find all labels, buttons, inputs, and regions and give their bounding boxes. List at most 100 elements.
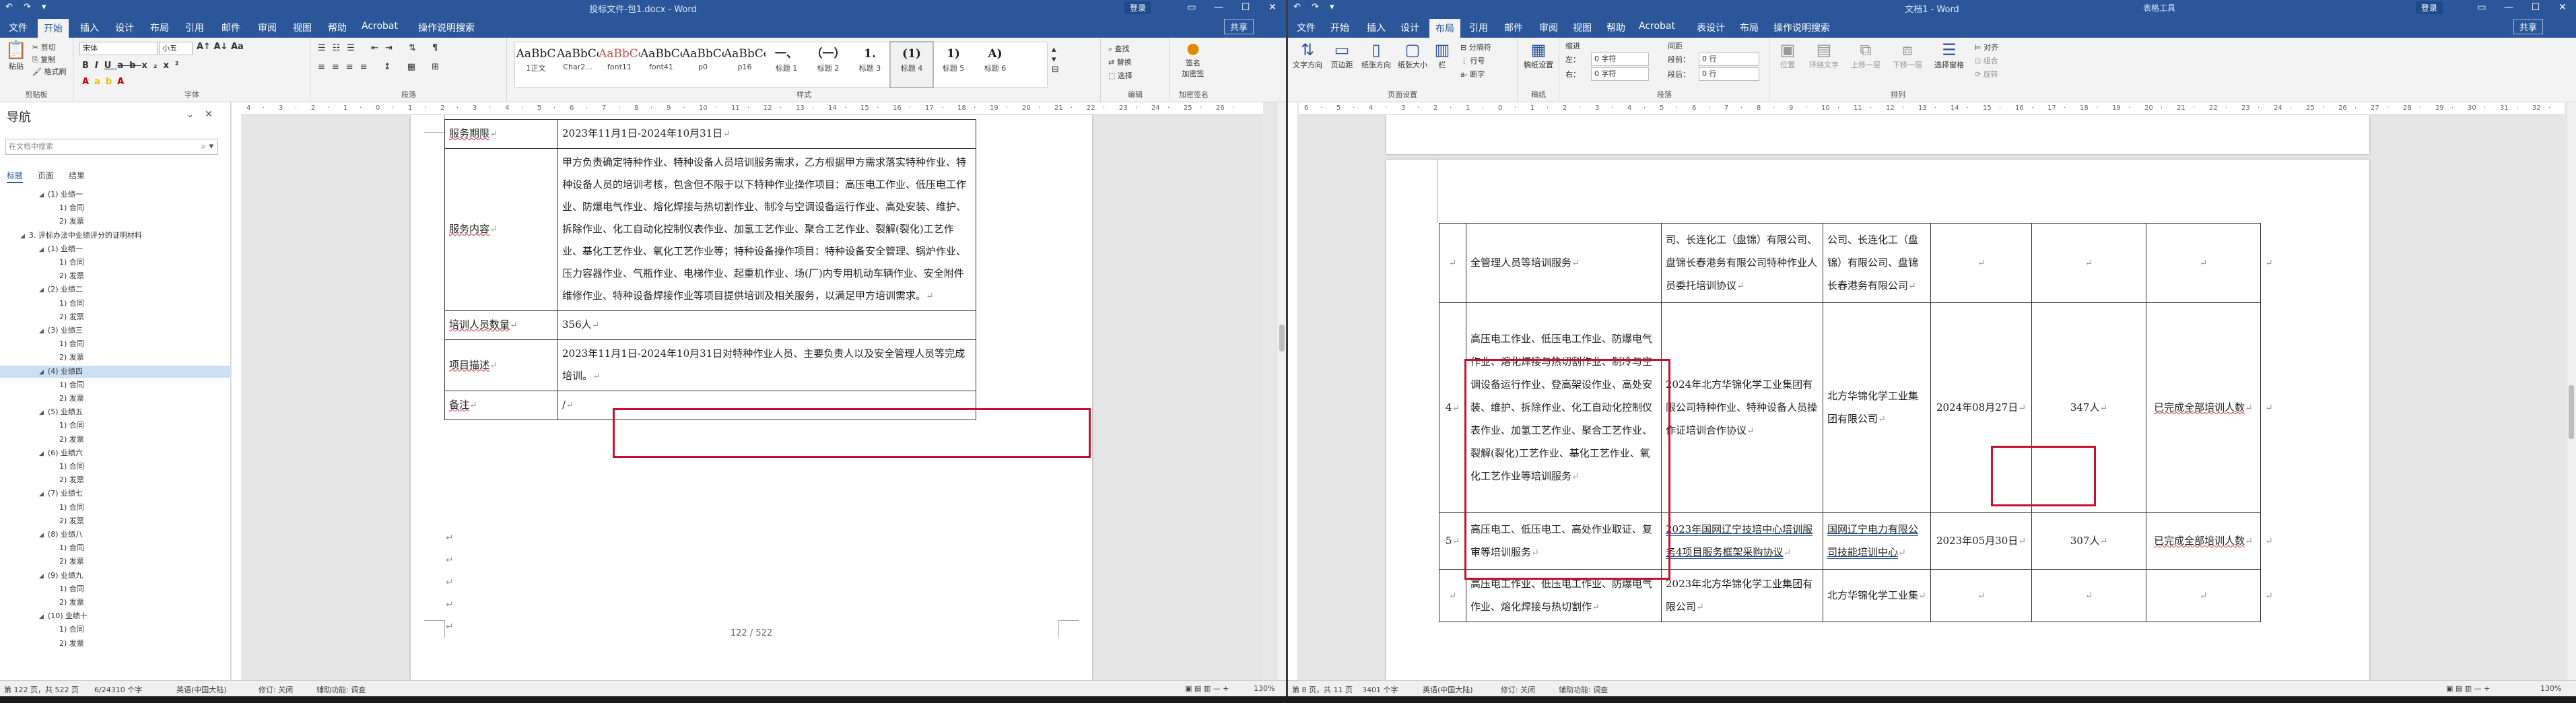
nav-heading-item[interactable]: 1) 合同 xyxy=(0,542,261,554)
sign-button[interactable]: ● 签名 加密签 xyxy=(1174,40,1212,79)
scroll-thumb[interactable] xyxy=(2569,385,2574,439)
row-label-cell[interactable]: 项目描述↵ xyxy=(444,339,558,391)
orientation-button[interactable]: ▯ 纸张方向 xyxy=(1359,40,1393,70)
style-3[interactable]: AaBbCcDcfont41 xyxy=(640,42,682,87)
styles-more-icon[interactable]: ▴ ▾ ⊟ xyxy=(1052,44,1059,75)
nav-heading-item[interactable]: 2) 发票 xyxy=(0,352,261,364)
line-numbers-button[interactable]: ⋮ 行号 xyxy=(1460,55,1485,66)
style-9[interactable]: (1) 标题 4 xyxy=(889,41,934,88)
nav-heading-item[interactable]: 1) 合同 xyxy=(0,461,261,473)
nav-heading-item[interactable]: 1) 合同 xyxy=(0,624,261,636)
nav-tab-0[interactable]: 标题 xyxy=(7,171,24,183)
expand-triangle-icon[interactable]: ◢ xyxy=(39,192,44,199)
ribbon-display-icon[interactable]: ▭ xyxy=(1178,0,1205,15)
underline-icon[interactable]: U xyxy=(104,61,118,71)
status-track-changes[interactable]: 修订: 关闭 xyxy=(1501,684,1535,695)
status-zoom[interactable]: 130% xyxy=(1254,684,1275,693)
selection-pane-button[interactable]: ☰ 选择窗格 xyxy=(1930,40,1968,70)
sign-in-button[interactable]: 登录 xyxy=(2416,1,2443,14)
tab-8[interactable]: 视图 xyxy=(288,20,316,36)
nav-tab-2[interactable]: 结果 xyxy=(69,171,85,180)
document-canvas[interactable]: 服务期限↵ 2023年11月1日-2024年10月31日↵ 服务内容↵ 甲方负责确定特… xyxy=(241,115,1263,680)
tab-4[interactable]: 布局 xyxy=(145,20,174,36)
find-button[interactable]: ⌕ 查找 xyxy=(1108,43,1130,54)
format-painter-button[interactable]: 🖌 格式刷 xyxy=(32,66,66,77)
tab-5[interactable]: 引用 xyxy=(1464,20,1493,36)
replace-button[interactable]: ⇄ 替换 xyxy=(1108,57,1132,67)
style-2[interactable]: AaBbCcDdfont11 xyxy=(599,42,640,87)
nav-heading-item[interactable]: 1) 合同 xyxy=(0,379,261,391)
tab-7[interactable]: 审阅 xyxy=(253,20,281,36)
tab-13[interactable]: 操作说明搜索 xyxy=(1769,20,1835,36)
nav-heading-item[interactable]: ◢ (3) 业绩三 xyxy=(0,325,241,337)
cell-c6[interactable]: ↵ xyxy=(2146,569,2261,622)
close-icon[interactable]: ✕ xyxy=(1259,0,1286,15)
style-6[interactable]: 一、 标题 1 xyxy=(766,42,807,87)
tab-0[interactable]: 文件 xyxy=(1292,20,1320,36)
indent-right-input[interactable]: 0 字符 xyxy=(1591,67,1649,81)
text-direction-button[interactable]: ⇅ 文字方向 xyxy=(1291,40,1324,70)
tab-2[interactable]: 插入 xyxy=(1362,20,1390,36)
cell-c4[interactable]: 2023年05月30日↵ xyxy=(1930,512,2032,570)
tab-10[interactable]: Acrobat xyxy=(357,20,403,33)
status-page[interactable]: 第 122 页，共 522 页 xyxy=(4,684,79,695)
expand-triangle-icon[interactable]: ◢ xyxy=(20,233,25,240)
style-4[interactable]: AaBbCcDcp0 xyxy=(682,42,724,87)
tab-1[interactable]: 开始 xyxy=(1326,20,1354,36)
grow-font-icon[interactable]: A↑ A↓ Aa xyxy=(197,42,244,52)
cell-c1[interactable]: 全管理人员等培训服务↵ xyxy=(1466,223,1662,303)
group-button[interactable]: ⊡ 组合 xyxy=(1975,55,1998,66)
tab-10[interactable]: Acrobat xyxy=(1634,20,1680,33)
expand-triangle-icon[interactable]: ◢ xyxy=(39,491,44,498)
wrap-text-button[interactable]: ▤ 环绕文字 xyxy=(1805,40,1843,70)
tab-12[interactable]: 布局 xyxy=(1735,20,1763,36)
view-mode-buttons[interactable]: ▣ ▤ ▥ — + xyxy=(1185,684,1229,693)
manuscript-button[interactable]: ▦ 稿纸设置 xyxy=(1522,40,1555,70)
space-after-input[interactable]: 0 行 xyxy=(1699,67,1759,81)
nav-heading-item[interactable]: ◢ 3. 评标办法中业绩评分的证明材料 xyxy=(0,230,222,242)
align-button[interactable]: ⊨ 对齐 xyxy=(1975,42,1998,53)
cell-c5[interactable]: ↵ xyxy=(2031,223,2146,303)
columns-button[interactable]: ▥ 栏 xyxy=(1432,40,1452,70)
italic-icon[interactable]: I xyxy=(95,61,104,71)
select-button[interactable]: ⬚ 选择 xyxy=(1108,70,1132,81)
cut-button[interactable]: ✂ 剪切 xyxy=(32,42,56,53)
status-track-changes[interactable]: 修订: 关闭 xyxy=(259,684,293,695)
cell-c4[interactable]: ↵ xyxy=(1930,569,2032,622)
tab-5[interactable]: 引用 xyxy=(180,20,209,36)
vertical-scrollbar[interactable] xyxy=(2566,102,2576,680)
expand-triangle-icon[interactable]: ◢ xyxy=(39,532,44,539)
nav-search-input[interactable]: 在文档中搜索 ⌕ ▾ xyxy=(5,139,218,155)
nav-tab-1[interactable]: 页面 xyxy=(38,171,54,180)
nav-heading-item[interactable]: ◢ (2) 业绩二 xyxy=(0,283,241,296)
font-name-combo[interactable]: 宋体 xyxy=(79,42,158,55)
font-size-combo[interactable]: 小五 xyxy=(159,42,193,55)
row-label-cell[interactable]: 服务内容↵ xyxy=(444,148,558,311)
breaks-button[interactable]: ⊟ 分隔符 xyxy=(1460,42,1491,53)
status-words[interactable]: 3401 个字 xyxy=(1362,684,1398,695)
nav-heading-item[interactable]: 2) 发票 xyxy=(0,270,261,282)
font-color-buttons[interactable]: AabA xyxy=(82,77,129,87)
row-label-cell[interactable]: 备注↵ xyxy=(444,391,558,420)
cell-no[interactable]: ↵ xyxy=(1439,569,1466,622)
tab-7[interactable]: 审阅 xyxy=(1534,20,1563,36)
nav-heading-item[interactable]: 2) 发票 xyxy=(0,597,261,609)
send-backward-button[interactable]: ⧈ 下移一层 xyxy=(1889,40,1926,70)
expand-triangle-icon[interactable]: ◢ xyxy=(39,613,44,620)
row-value-cell[interactable]: 2023年11月1日-2024年10月31日对特种作业人员、主要负责人以及安全管… xyxy=(557,339,976,391)
row-label-cell[interactable]: 服务期限↵ xyxy=(444,119,558,149)
nav-heading-item[interactable]: 1) 合同 xyxy=(0,257,261,269)
style-11[interactable]: A) 标题 6 xyxy=(974,42,1016,87)
position-button[interactable]: ▣ 位置 xyxy=(1774,40,1801,70)
tab-8[interactable]: 视图 xyxy=(1568,20,1596,36)
search-icon[interactable]: ⌕ ▾ xyxy=(201,139,213,154)
strike-icon[interactable]: ab xyxy=(117,61,141,71)
tab-11[interactable]: 操作说明搜索 xyxy=(413,20,479,36)
style-0[interactable]: AaBbC 1正文 xyxy=(515,42,557,87)
cell-c5[interactable]: ↵ xyxy=(2031,569,2146,622)
nav-heading-item[interactable]: 2) 发票 xyxy=(0,474,261,486)
sign-in-button[interactable]: 登录 xyxy=(1124,1,1152,14)
cell-c5[interactable]: 307人↵ xyxy=(2031,512,2146,570)
nav-heading-item[interactable]: 2) 发票 xyxy=(0,434,261,446)
cell-c2[interactable]: 2023年北方华锦化学工业集团有限公司↵ xyxy=(1661,569,1823,622)
